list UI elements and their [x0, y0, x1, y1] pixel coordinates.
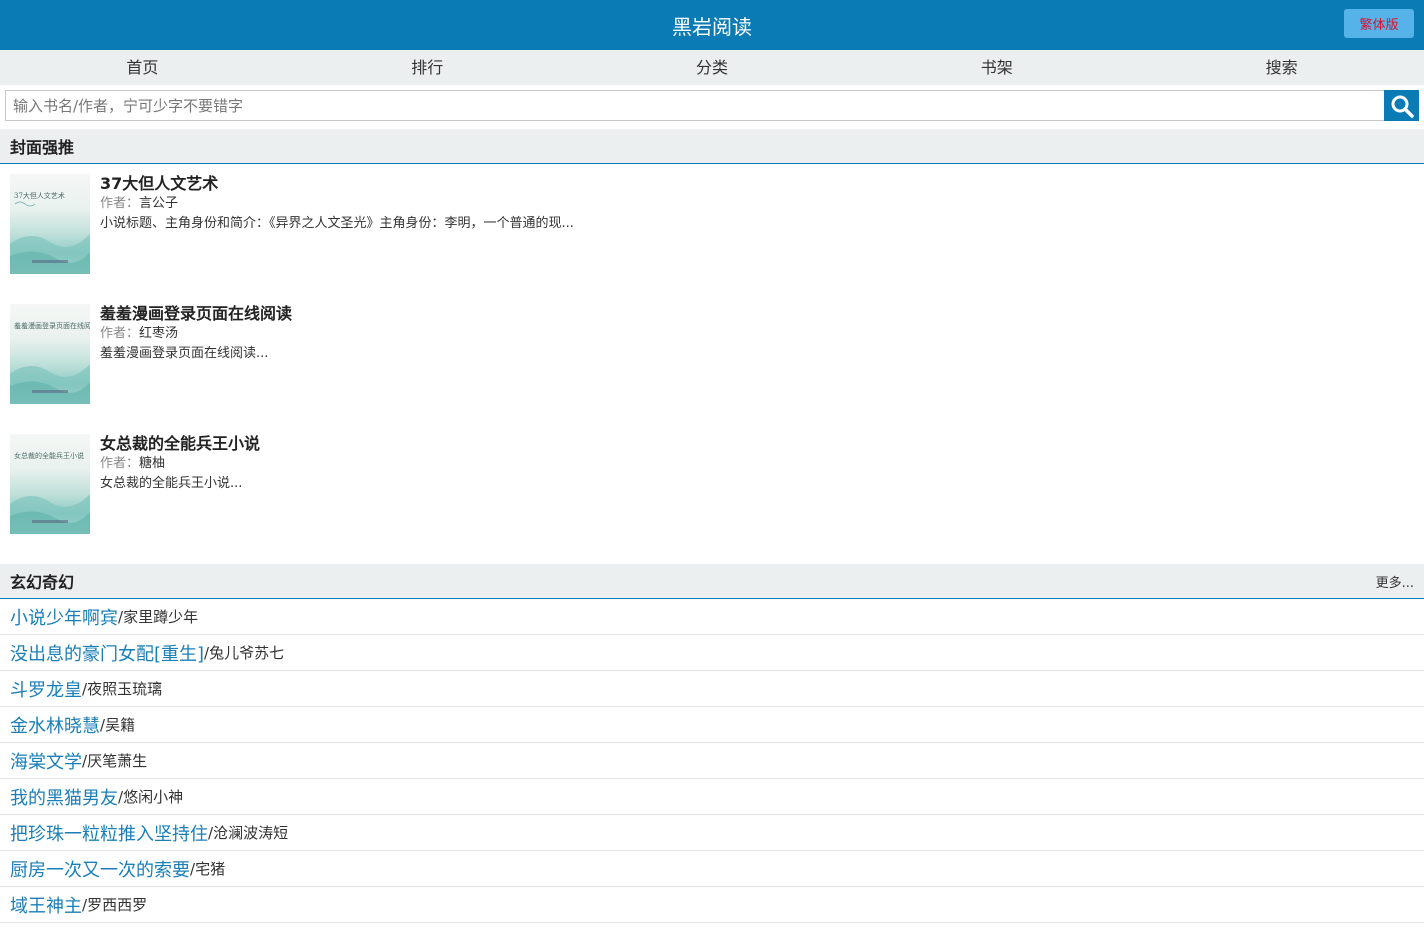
- list-book-author: 悠闲小神: [123, 788, 184, 806]
- site-title: 黑岩阅读: [672, 14, 752, 39]
- list-item: 我的黑猫男友 / 悠闲小神: [0, 779, 1424, 815]
- book-description: 女总裁的全能兵王小说...: [100, 476, 243, 491]
- book-cover-image[interactable]: 37大但人文艺术: [10, 174, 90, 274]
- list-book-author: 沧澜波涛短: [213, 824, 289, 842]
- list-book-title[interactable]: 厨房一次又一次的索要: [10, 856, 190, 882]
- list-item: 域王神主 / 罗西西罗: [0, 887, 1424, 923]
- book-cover-image[interactable]: 女总裁的全能兵王小说: [10, 434, 90, 534]
- search-bar: [0, 85, 1424, 129]
- list-book-title[interactable]: 海棠文学: [10, 748, 82, 774]
- author-label: 作者：: [100, 456, 140, 471]
- svg-text:女总裁的全能兵王小说: 女总裁的全能兵王小说: [14, 451, 84, 460]
- featured-book-list: 37大但人文艺术 37大但人文艺术 作者：言公子 小说标题、主角身份和简介：《异…: [0, 164, 1424, 564]
- list-book-title[interactable]: 斗罗龙皇: [10, 676, 82, 702]
- author-name: 言公子: [139, 196, 179, 211]
- list-book-author: 吴籍: [105, 716, 136, 734]
- nav-category[interactable]: 分类: [570, 50, 855, 85]
- nav-search[interactable]: 搜索: [1139, 50, 1424, 85]
- book-author: 作者：糖柚: [100, 454, 260, 474]
- list-item: 斗罗龙皇 / 夜照玉琉璃: [0, 671, 1424, 707]
- nav-ranking[interactable]: 排行: [285, 50, 570, 85]
- author-label: 作者：: [100, 196, 140, 211]
- featured-section-title: 封面强推: [10, 138, 75, 157]
- list-book-author: 厌笔萧生: [87, 752, 148, 770]
- search-input[interactable]: [5, 90, 1384, 121]
- list-book-title[interactable]: 没出息的豪门女配[重生]: [10, 640, 204, 666]
- list-book-title[interactable]: 小说少年啊宾: [10, 604, 118, 630]
- book-title[interactable]: 37大但人文艺术: [100, 174, 574, 194]
- main-nav: 首页 排行 分类 书架 搜索: [0, 50, 1424, 85]
- nav-bookshelf[interactable]: 书架: [854, 50, 1139, 85]
- top-header: 黑岩阅读 繁体版: [0, 0, 1424, 50]
- featured-book: 女总裁的全能兵王小说 女总裁的全能兵王小说 作者：糖柚 女总裁的全能兵王小说..…: [10, 424, 1414, 554]
- search-button[interactable]: [1384, 90, 1419, 121]
- list-book-author: 家里蹲少年: [123, 608, 199, 626]
- book-description: 羞羞漫画登录页面在线阅读...: [100, 346, 269, 361]
- list-item: 厨房一次又一次的索要 / 宅猪: [0, 851, 1424, 887]
- author-name: 糖柚: [139, 456, 166, 471]
- featured-book: 羞羞漫画登录页面在线阅读 羞羞漫画登录页面在线阅读 作者：红枣汤 羞羞漫画登录页…: [10, 294, 1414, 424]
- featured-book: 37大但人文艺术 37大但人文艺术 作者：言公子 小说标题、主角身份和简介：《异…: [10, 164, 1414, 294]
- list-item: 金水林晓慧 / 吴籍: [0, 707, 1424, 743]
- author-name: 红枣汤: [139, 326, 179, 341]
- book-description: 小说标题、主角身份和简介：《异界之人文圣光》主角身份：李明，一个普通的现...: [100, 216, 574, 231]
- more-link[interactable]: 更多...: [1376, 572, 1414, 591]
- svg-text:37大但人文艺术: 37大但人文艺术: [14, 191, 65, 200]
- category-section-header: 玄幻奇幻 更多...: [0, 564, 1424, 599]
- book-title[interactable]: 女总裁的全能兵王小说: [100, 434, 260, 454]
- list-book-title[interactable]: 金水林晓慧: [10, 712, 100, 738]
- book-title[interactable]: 羞羞漫画登录页面在线阅读: [100, 304, 292, 324]
- list-item: 海棠文学 / 厌笔萧生: [0, 743, 1424, 779]
- svg-text:羞羞漫画登录页面在线阅读: 羞羞漫画登录页面在线阅读: [14, 321, 90, 330]
- author-label: 作者：: [100, 326, 140, 341]
- list-item: 把珍珠一粒粒推入坚持住 / 沧澜波涛短: [0, 815, 1424, 851]
- featured-section-header: 封面强推: [0, 129, 1424, 164]
- list-book-author: 兔儿爷苏七: [209, 644, 285, 662]
- list-book-title[interactable]: 域王神主: [10, 892, 82, 918]
- nav-home[interactable]: 首页: [0, 50, 285, 85]
- traditional-chinese-button[interactable]: 繁体版: [1344, 9, 1414, 38]
- list-book-author: 夜照玉琉璃: [87, 680, 163, 698]
- search-icon: [1391, 95, 1414, 118]
- book-author: 作者：言公子: [100, 194, 574, 214]
- list-book-author: 罗西西罗: [87, 896, 148, 914]
- list-item: 没出息的豪门女配[重生] / 兔儿爷苏七: [0, 635, 1424, 671]
- list-book-author: 宅猪: [195, 860, 226, 878]
- category-book-list: 小说少年啊宾 / 家里蹲少年 没出息的豪门女配[重生] / 兔儿爷苏七 斗罗龙皇 / 夜照玉…: [0, 599, 1424, 923]
- list-book-title[interactable]: 把珍珠一粒粒推入坚持住: [10, 820, 208, 846]
- list-book-title[interactable]: 我的黑猫男友: [10, 784, 118, 810]
- book-cover-image[interactable]: 羞羞漫画登录页面在线阅读: [10, 304, 90, 404]
- list-item: 小说少年啊宾 / 家里蹲少年: [0, 599, 1424, 635]
- book-author: 作者：红枣汤: [100, 324, 292, 344]
- category-section-title: 玄幻奇幻: [10, 573, 75, 592]
